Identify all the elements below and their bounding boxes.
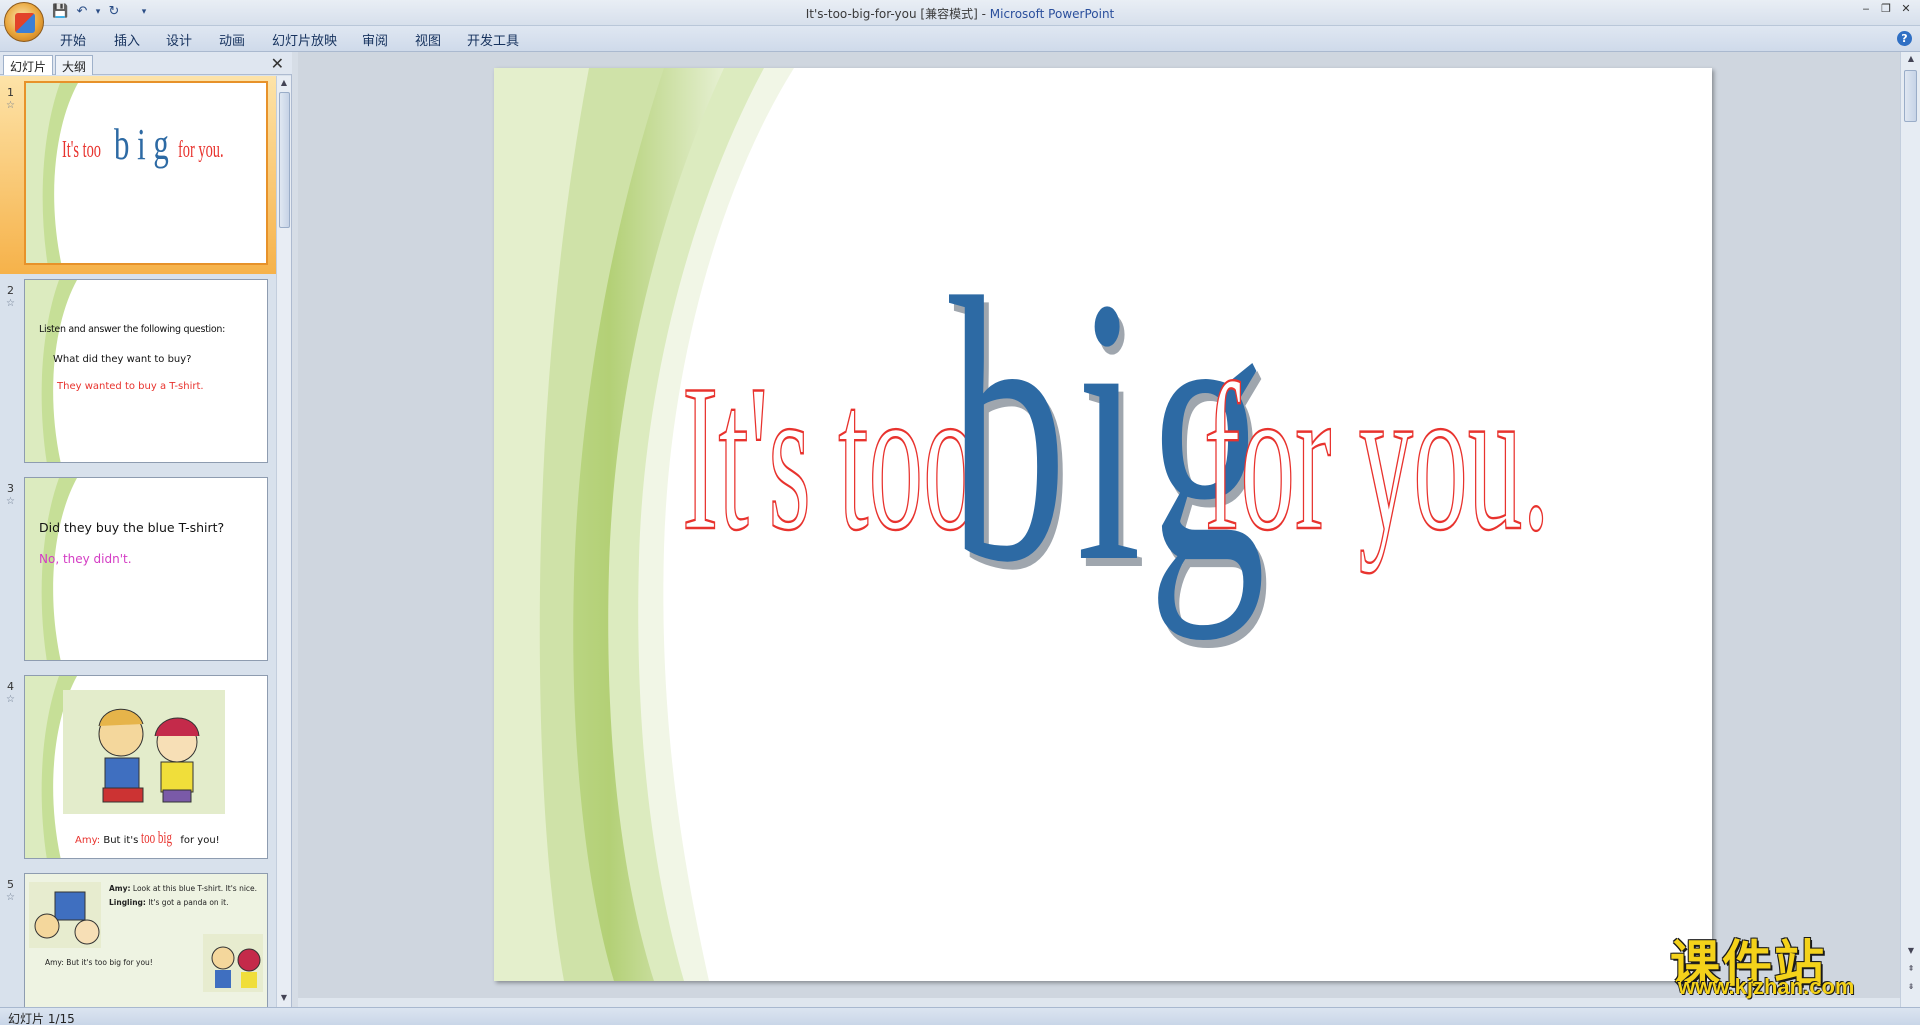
dialog-text: It's got a panda on it. — [145, 898, 229, 907]
slide-number: 5 — [7, 878, 14, 891]
thumb-line: What did they want to buy? — [53, 354, 192, 365]
big-b: b — [949, 220, 1067, 641]
scroll-down-icon[interactable]: ▼ — [277, 991, 291, 1005]
office-logo-icon — [15, 13, 35, 33]
slide-thumbnail-3[interactable]: 3 ☆ Did they buy the blue T-shirt? No, t… — [0, 472, 276, 670]
document-title: It's-too-big-for-you [兼容模式] - — [805, 7, 990, 21]
thumb-caption: Amy: But it's too big for you! — [75, 828, 220, 848]
animation-star-icon: ☆ — [6, 892, 15, 903]
tab-developer[interactable]: 开发工具 — [467, 30, 519, 49]
slide-title[interactable]: It's too b b i i g g for you. — [494, 68, 1712, 981]
slide-number: 1 — [7, 86, 14, 99]
tab-review[interactable]: 审阅 — [362, 30, 388, 49]
status-bar: 幻灯片 1/15 — [0, 1007, 1920, 1025]
panel-tabs: 幻灯片 大纲 ✕ — [0, 52, 292, 75]
slide-number: 2 — [7, 284, 14, 297]
animation-star-icon: ☆ — [6, 694, 15, 705]
thumb-line: No, they didn't. — [39, 552, 132, 566]
thumb-line: Did they buy the blue T-shirt? — [39, 520, 225, 535]
slide-thumbnail-1[interactable]: 1 ☆ It's too b i g for you. — [0, 76, 276, 274]
slide-thumbnail-4[interactable]: 4 ☆ Amy: But it's too big for you! — [0, 670, 276, 868]
tab-slideshow[interactable]: 幻灯片放映 — [272, 30, 337, 49]
scroll-up-icon[interactable]: ▲ — [277, 76, 291, 90]
green-wave-decoration — [25, 280, 77, 462]
title-bar: 💾 ↶ ▾ ↻ ▾ It's-too-big-for-you [兼容模式] - … — [0, 0, 1920, 26]
thumbnail-scrollbar[interactable]: ▲ ▼ — [276, 76, 291, 1007]
tab-slides[interactable]: 幻灯片 — [3, 55, 54, 75]
thumb-line: Amy: But it's too big for you! — [45, 958, 153, 967]
thumbnail-preview: It's too b i g for you. — [24, 81, 268, 265]
panel-close-icon[interactable]: ✕ — [271, 54, 284, 73]
tab-view[interactable]: 视图 — [415, 30, 441, 49]
title-left-words: It's too — [682, 342, 978, 574]
thumb-title-big: b i g — [114, 120, 169, 169]
site-watermark: 课件站 www.kjzhan.com — [1670, 924, 1900, 1002]
watermark-url: www.kjzhan.com — [1678, 974, 1855, 999]
scroll-up-icon[interactable]: ▲ — [1904, 52, 1918, 66]
cartoon-illustration — [63, 690, 225, 814]
thumbnail-preview: Amy: Look at this blue T-shirt. It's nic… — [24, 873, 268, 1007]
editor-horizontal-scrollbar[interactable] — [298, 998, 1900, 1007]
dialog-text: Look at this blue T-shirt. It's nice. — [130, 884, 258, 893]
thumb-line: Lingling: It's got a panda on it. — [109, 898, 228, 907]
restore-icon[interactable]: ❐ — [1876, 2, 1896, 18]
app-title: Microsoft PowerPoint — [989, 7, 1115, 21]
tab-outline[interactable]: 大纲 — [55, 55, 94, 75]
thumb-line: They wanted to buy a T-shirt. — [57, 381, 204, 392]
office-button[interactable] — [4, 2, 44, 42]
scroll-down-icon[interactable]: ▼ — [1904, 944, 1918, 958]
animation-star-icon: ☆ — [6, 496, 15, 507]
help-icon[interactable]: ? — [1897, 31, 1912, 46]
thumbnail-list: 1 ☆ It's too b i g for you. 2 ☆ Listen a… — [0, 76, 276, 1007]
caption-text: But it's — [100, 835, 142, 846]
tab-animations[interactable]: 动画 — [219, 30, 245, 49]
title-right-words: for you. — [1204, 342, 1550, 574]
speaker-name: Amy: — [75, 835, 101, 846]
thumb-title-left: It's too — [62, 137, 101, 163]
scrollbar-thumb[interactable] — [1904, 70, 1917, 122]
animation-star-icon: ☆ — [6, 100, 15, 111]
editor-vertical-scrollbar[interactable]: ▲ ▼ ⇞ ⇟ — [1900, 52, 1920, 1007]
big-i: i — [1076, 220, 1141, 641]
tab-home[interactable]: 开始 — [60, 30, 86, 49]
scrollbar-thumb[interactable] — [279, 92, 290, 228]
tab-insert[interactable]: 插入 — [114, 30, 140, 49]
close-icon[interactable]: ✕ — [1896, 2, 1916, 18]
thumb-line: Amy: Look at this blue T-shirt. It's nic… — [109, 884, 257, 893]
thumb-line: Listen and answer the following question… — [39, 324, 225, 335]
window-title: It's-too-big-for-you [兼容模式] - Microsoft … — [0, 5, 1920, 22]
cartoon-illustration — [29, 882, 263, 992]
thumbnail-preview: Amy: But it's too big for you! — [24, 675, 268, 859]
slide-counter: 幻灯片 1/15 — [8, 1012, 75, 1025]
slide-thumbnail-2[interactable]: 2 ☆ Listen and answer the following ques… — [0, 274, 276, 472]
green-wave-decoration — [25, 478, 77, 660]
speaker-name: Lingling: — [109, 898, 146, 907]
slide-number: 3 — [7, 482, 14, 495]
tab-design[interactable]: 设计 — [166, 30, 192, 49]
slide-number: 4 — [7, 680, 14, 693]
thumbnail-preview: Listen and answer the following question… — [24, 279, 268, 463]
next-slide-icon[interactable]: ⇟ — [1904, 980, 1918, 994]
current-slide[interactable]: It's too b b i i g g for you. — [494, 68, 1712, 981]
animation-star-icon: ☆ — [6, 298, 15, 309]
speaker-name: Amy: — [109, 884, 131, 893]
slides-panel: 幻灯片 大纲 ✕ 1 ☆ It's too b i g for you. 2 ☆ — [0, 52, 292, 1007]
slide-thumbnail-5[interactable]: 5 ☆ Amy: Look at this blue T-shirt. It's… — [0, 868, 276, 1007]
thumbnail-preview: Did they buy the blue T-shirt? No, they … — [24, 477, 268, 661]
caption-text: for you! — [177, 835, 220, 846]
caption-emphasis: too big — [141, 828, 173, 847]
minimize-icon[interactable]: ‒ — [1856, 2, 1876, 18]
previous-slide-icon[interactable]: ⇞ — [1904, 962, 1918, 976]
thumb-title-right: for you. — [178, 137, 224, 163]
ribbon-tabs: 开始 插入 设计 动画 幻灯片放映 审阅 视图 开发工具 ? — [0, 26, 1920, 52]
